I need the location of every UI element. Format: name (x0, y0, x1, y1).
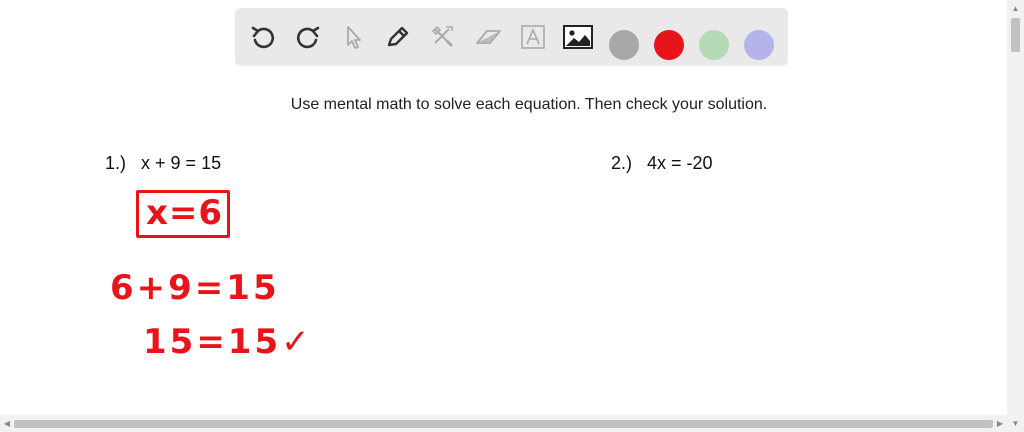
color-swatch-gray[interactable] (609, 30, 639, 60)
scroll-up-arrow-icon[interactable]: ▲ (1007, 0, 1024, 17)
drawing-toolbar (235, 8, 788, 66)
scroll-down-arrow-icon[interactable]: ▼ (1007, 415, 1024, 432)
redo-icon (296, 26, 320, 49)
redo-button[interactable] (292, 21, 324, 53)
problem-number: 1.) (105, 153, 127, 173)
instructions-text: Use mental math to solve each equation. … (290, 96, 768, 113)
color-swatch-red[interactable] (654, 30, 684, 60)
color-swatch-green[interactable] (699, 30, 729, 60)
problem-2: 2.) 4x = -20 (611, 153, 713, 174)
scroll-right-arrow-icon[interactable]: ▶ (993, 415, 1007, 432)
select-tool-button[interactable] (337, 21, 369, 53)
check-equation: 15=15 (143, 322, 282, 362)
image-icon (563, 25, 593, 49)
text-tool-button[interactable] (517, 21, 549, 53)
pen-tool-button[interactable] (382, 21, 414, 53)
horizontal-scroll-thumb[interactable] (14, 420, 993, 428)
eraser-tool-button[interactable] (472, 21, 504, 53)
eraser-icon (476, 30, 501, 44)
pen-icon (387, 26, 409, 47)
undo-icon (251, 26, 275, 49)
problem-equation: x + 9 = 15 (141, 153, 222, 173)
color-swatch-purple[interactable] (744, 30, 774, 60)
undo-button[interactable] (247, 21, 279, 53)
scroll-left-arrow-icon[interactable]: ◀ (0, 415, 14, 432)
vertical-scroll-thumb[interactable] (1011, 18, 1020, 52)
problem-number: 2.) (611, 153, 633, 173)
problem-1: 1.) x + 9 = 15 (105, 153, 221, 174)
pointer-icon (347, 26, 361, 49)
horizontal-scrollbar[interactable]: ◀ ▶ (0, 415, 1007, 432)
problem-equation: 4x = -20 (647, 153, 713, 173)
tools-button[interactable] (427, 21, 459, 53)
handwritten-check-line-2: 15=15✓ (143, 322, 313, 362)
tools-icon (431, 25, 454, 48)
text-icon (521, 25, 545, 49)
vertical-scrollbar[interactable]: ▲ ▼ (1007, 0, 1024, 432)
handwritten-answer: x=6 (146, 193, 224, 233)
image-tool-button[interactable] (562, 21, 594, 53)
handwritten-check-line-1: 6+9=15 (110, 268, 280, 308)
check-mark-icon: ✓ (281, 322, 313, 362)
